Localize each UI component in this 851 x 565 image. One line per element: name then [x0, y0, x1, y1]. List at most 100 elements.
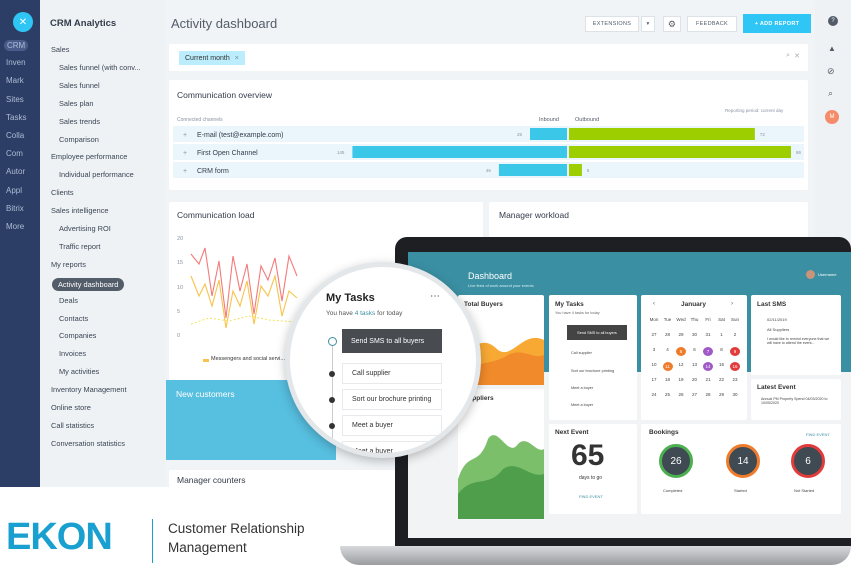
left-nav-item[interactable]: Appl [6, 186, 22, 195]
calendar-day[interactable]: 2 [730, 332, 740, 337]
calendar-day[interactable]: 28 [703, 392, 713, 397]
task-item[interactable]: Call supplier [342, 363, 442, 384]
calendar-day[interactable]: 7 [703, 347, 713, 356]
filter-bar[interactable]: Current month × ⌕ ✕ [169, 44, 808, 71]
sidebar-item[interactable]: Sales intelligence [51, 206, 109, 215]
calendar-day[interactable]: 18 [663, 377, 673, 382]
calendar-day[interactable]: 21 [703, 377, 713, 382]
calendar-day[interactable]: 1 [717, 332, 727, 337]
left-nav-item[interactable]: Inven [6, 58, 26, 67]
help-icon[interactable]: ? [828, 16, 838, 26]
calendar-day[interactable]: 16 [730, 362, 740, 371]
sidebar-item[interactable]: Activity dashboard [52, 277, 125, 291]
calendar-day[interactable]: 6 [690, 347, 700, 352]
sidebar-item[interactable]: Employee performance [51, 152, 127, 161]
left-nav-item[interactable]: Colla [6, 131, 24, 140]
close-icon[interactable]: ✕ [794, 52, 800, 60]
left-nav-item[interactable]: Mark [6, 76, 24, 85]
feedback-button[interactable]: FEEDBACK [687, 16, 737, 32]
calendar-day[interactable]: 31 [703, 332, 713, 337]
sidebar-item[interactable]: Sales [51, 45, 70, 54]
task-item[interactable]: Sort our brochure printing [571, 369, 614, 373]
sidebar-item[interactable]: Call statistics [51, 421, 94, 430]
calendar-day[interactable]: 8 [717, 347, 727, 352]
calendar-day[interactable]: 27 [690, 392, 700, 397]
calendar-day[interactable]: 29 [676, 332, 686, 337]
gear-icon[interactable]: ⚙ [663, 16, 681, 32]
sidebar-item[interactable]: Companies [59, 331, 96, 340]
left-nav-item[interactable]: Com [6, 149, 23, 158]
left-nav-item[interactable]: Sites [6, 95, 24, 104]
sidebar-item[interactable]: Deals [59, 296, 78, 305]
close-icon[interactable]: × [235, 55, 239, 62]
task-item[interactable]: Sort our brochure printing [342, 389, 442, 410]
left-nav-item[interactable]: More [6, 222, 24, 231]
sidebar-item[interactable]: Traffic report [59, 242, 100, 251]
task-item[interactable]: Send SMS to all buyers [567, 325, 627, 340]
calendar-day[interactable]: 28 [663, 332, 673, 337]
user-name[interactable]: Username [818, 272, 836, 277]
sidebar-item[interactable]: Individual performance [59, 170, 134, 179]
sidebar-item[interactable]: Contacts [59, 314, 88, 323]
calendar-day[interactable]: 29 [717, 392, 727, 397]
calendar-day[interactable]: 15 [717, 362, 727, 367]
left-nav-item[interactable]: CRM [4, 40, 29, 51]
sidebar-item[interactable]: Comparison [59, 135, 99, 144]
task-item[interactable]: Meet a buyer [571, 386, 593, 390]
sidebar-item[interactable]: My reports [51, 260, 86, 269]
calendar-day[interactable]: 14 [703, 362, 713, 371]
calendar-day[interactable]: 4 [663, 347, 673, 352]
left-nav-item[interactable]: Autor [6, 167, 25, 176]
left-nav-item[interactable]: Tasks [6, 113, 26, 122]
sidebar-item[interactable]: Sales funnel (with conv... [59, 63, 141, 72]
more-icon[interactable]: ⋯ [430, 291, 440, 302]
block-icon[interactable]: ⊘ [827, 66, 835, 77]
sidebar-item[interactable]: Inventory Management [51, 385, 127, 394]
sidebar-item[interactable]: Online store [51, 403, 91, 412]
left-nav-item[interactable]: Bitrix [6, 204, 24, 213]
calendar-day[interactable]: 12 [676, 362, 686, 367]
task-item[interactable]: Meet a buyer [342, 415, 442, 436]
find-event-link[interactable]: FIND EVENT [806, 432, 830, 437]
avatar[interactable]: M [825, 110, 839, 124]
calendar-day[interactable]: 11 [662, 362, 673, 371]
chevron-down-icon[interactable]: ▾ [641, 16, 655, 32]
sidebar-item[interactable]: Advertising ROI [59, 224, 111, 233]
sidebar-item[interactable]: Sales trends [59, 117, 100, 126]
chevron-right-icon[interactable]: › [731, 301, 733, 307]
calendar-day[interactable]: 3 [649, 347, 659, 352]
sidebar-item[interactable]: My activities [59, 367, 99, 376]
task-item[interactable]: Send SMS to all buyers [342, 329, 442, 353]
sidebar-item[interactable]: Invoices [59, 349, 86, 358]
calendar-day[interactable]: 10 [649, 362, 659, 367]
task-item[interactable]: Meet a buyer [571, 403, 593, 407]
calendar-day[interactable]: 24 [649, 392, 659, 397]
avatar[interactable] [806, 270, 815, 279]
sidebar-item[interactable]: Sales funnel [59, 81, 100, 90]
calendar-day[interactable]: 30 [730, 392, 740, 397]
task-item[interactable]: Call supplier [571, 351, 592, 355]
sidebar-item[interactable]: Clients [51, 188, 74, 197]
calendar-day[interactable]: 9 [730, 347, 740, 356]
calendar-day[interactable]: 26 [676, 392, 686, 397]
sidebar-item[interactable]: Conversation statistics [51, 439, 125, 448]
calendar-day[interactable]: 19 [676, 377, 686, 382]
search-icon[interactable]: ⌕ [786, 52, 790, 60]
tasks-link[interactable]: 4 tasks [355, 310, 376, 317]
calendar-day[interactable]: 22 [717, 377, 727, 382]
search-icon[interactable]: ⌕ [828, 88, 833, 99]
close-icon[interactable]: ✕ [13, 12, 33, 32]
calendar-day[interactable]: 20 [690, 377, 700, 382]
calendar-day[interactable]: 5 [676, 347, 686, 356]
calendar-day[interactable]: 30 [690, 332, 700, 337]
calendar-day[interactable]: 13 [690, 362, 700, 367]
calendar-day[interactable]: 27 [649, 332, 659, 337]
calendar-day[interactable]: 25 [663, 392, 673, 397]
sidebar-item[interactable]: Sales plan [59, 99, 94, 108]
chevron-left-icon[interactable]: ‹ [653, 301, 655, 307]
extensions-button[interactable]: EXTENSIONS [585, 16, 639, 32]
calendar-day[interactable]: 23 [730, 377, 740, 382]
bell-icon[interactable]: ▲ [828, 44, 836, 53]
filter-tag[interactable]: Current month × [179, 51, 245, 65]
add-report-button[interactable]: + ADD REPORT [743, 14, 811, 33]
